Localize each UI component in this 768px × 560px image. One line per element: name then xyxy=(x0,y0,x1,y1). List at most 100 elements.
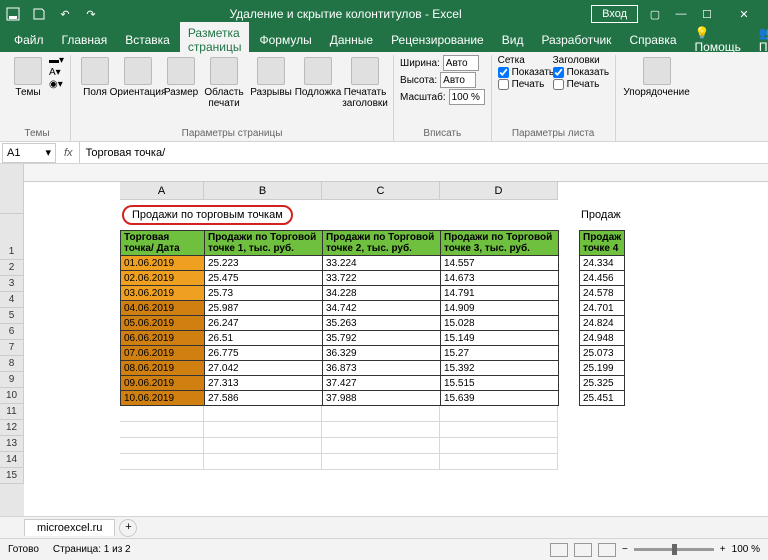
cell-value[interactable]: 15.028 xyxy=(441,316,559,331)
sheet-tab[interactable]: microexcel.ru xyxy=(24,519,115,536)
row-header[interactable]: 1 xyxy=(0,244,24,260)
view-page-break-button[interactable] xyxy=(598,543,616,557)
width-input[interactable] xyxy=(443,55,479,71)
cell-value[interactable]: 36.873 xyxy=(323,361,441,376)
cell-value[interactable]: 25.199 xyxy=(580,361,625,376)
col-header-b[interactable]: B xyxy=(204,182,322,200)
cell-date[interactable]: 07.06.2019 xyxy=(121,346,205,361)
cell-value[interactable]: 15.515 xyxy=(441,376,559,391)
tell-me[interactable]: 💡 Помощь xyxy=(687,22,749,58)
menu-home[interactable]: Главная xyxy=(54,29,116,51)
zoom-in-button[interactable]: + xyxy=(720,544,726,555)
zoom-slider[interactable] xyxy=(634,548,714,551)
name-box[interactable]: A1▾ xyxy=(2,143,56,163)
login-button[interactable]: Вход xyxy=(591,5,638,23)
cell-value[interactable]: 37.427 xyxy=(323,376,441,391)
cell-value[interactable]: 34.742 xyxy=(323,301,441,316)
row-header[interactable]: 8 xyxy=(0,356,24,372)
cell-value[interactable]: 27.313 xyxy=(205,376,323,391)
cell-value[interactable]: 25.73 xyxy=(205,286,323,301)
cell-value[interactable]: 24.824 xyxy=(580,316,625,331)
cell-date[interactable]: 09.06.2019 xyxy=(121,376,205,391)
scale-input[interactable] xyxy=(449,89,485,105)
view-normal-button[interactable] xyxy=(550,543,568,557)
row-header[interactable]: 12 xyxy=(0,420,24,436)
menu-view[interactable]: Вид xyxy=(494,29,532,51)
cell-date[interactable]: 04.06.2019 xyxy=(121,301,205,316)
redo-icon[interactable]: ↷ xyxy=(82,5,100,23)
menu-data[interactable]: Данные xyxy=(322,29,381,51)
cell-value[interactable]: 27.042 xyxy=(205,361,323,376)
cell-value[interactable]: 37.988 xyxy=(323,391,441,406)
cell-value[interactable]: 36.329 xyxy=(323,346,441,361)
row-header[interactable]: 7 xyxy=(0,340,24,356)
close-icon[interactable]: ✕ xyxy=(724,5,764,23)
cell-value[interactable]: 35.792 xyxy=(323,331,441,346)
menu-page-layout[interactable]: Разметка страницы xyxy=(180,22,250,58)
ribbon-options-icon[interactable]: ▢ xyxy=(646,5,664,23)
row-header[interactable]: 10 xyxy=(0,388,24,404)
cell-value[interactable]: 15.639 xyxy=(441,391,559,406)
minimize-icon[interactable]: — xyxy=(672,5,690,23)
cell-value[interactable]: 35.263 xyxy=(323,316,441,331)
col-header-a[interactable]: A xyxy=(120,182,204,200)
col-header-d[interactable]: D xyxy=(440,182,558,200)
cell-value[interactable]: 24.701 xyxy=(580,301,625,316)
grid-print-checkbox[interactable] xyxy=(498,79,509,90)
height-input[interactable] xyxy=(440,72,476,88)
undo-icon[interactable]: ↶ xyxy=(56,5,74,23)
row-header[interactable]: 4 xyxy=(0,292,24,308)
cell-value[interactable]: 25.987 xyxy=(205,301,323,316)
save-icon[interactable] xyxy=(30,5,48,23)
effects-button[interactable]: ◉▾ xyxy=(49,79,64,90)
cell-value[interactable]: 26.775 xyxy=(205,346,323,361)
row-header[interactable]: 15 xyxy=(0,468,24,484)
row-header[interactable]: 3 xyxy=(0,276,24,292)
cell-date[interactable]: 02.06.2019 xyxy=(121,271,205,286)
col-header-c[interactable]: C xyxy=(322,182,440,200)
cell-value[interactable]: 27.586 xyxy=(205,391,323,406)
cell-date[interactable]: 05.06.2019 xyxy=(121,316,205,331)
row-header[interactable]: 11 xyxy=(0,404,24,420)
cell-value[interactable]: 33.224 xyxy=(323,256,441,271)
menu-developer[interactable]: Разработчик xyxy=(533,29,619,51)
row-header[interactable]: 13 xyxy=(0,436,24,452)
cell-value[interactable]: 15.392 xyxy=(441,361,559,376)
margins-button[interactable]: Поля xyxy=(77,55,113,100)
cell-value[interactable]: 26.247 xyxy=(205,316,323,331)
formula-input[interactable]: Торговая точка/ xyxy=(79,142,768,163)
share-button[interactable]: 👥 Поделиться xyxy=(751,22,768,58)
menu-file[interactable]: Файл xyxy=(6,29,52,51)
table-header[interactable]: Продажи по Торговой точке 1, тыс. руб. xyxy=(205,231,323,256)
cell-value[interactable]: 24.948 xyxy=(580,331,625,346)
table-header[interactable]: Продажи по Торговой точке 2, тыс. руб. xyxy=(323,231,441,256)
table-header[interactable]: Торговая точка/ Дата xyxy=(121,231,205,256)
cell-value[interactable]: 14.673 xyxy=(441,271,559,286)
row-header[interactable]: 2 xyxy=(0,260,24,276)
headings-show-checkbox[interactable] xyxy=(553,67,564,78)
menu-help[interactable]: Справка xyxy=(621,29,684,51)
cell-value[interactable]: 14.791 xyxy=(441,286,559,301)
cell-value[interactable]: 25.451 xyxy=(580,391,625,406)
table-header[interactable]: Продажточке 4 xyxy=(580,231,625,256)
grid-show-checkbox[interactable] xyxy=(498,67,509,78)
maximize-icon[interactable]: ☐ xyxy=(698,5,716,23)
cell-value[interactable]: 24.456 xyxy=(580,271,625,286)
cell-value[interactable]: 24.578 xyxy=(580,286,625,301)
menu-formulas[interactable]: Формулы xyxy=(251,29,319,51)
print-titles-button[interactable]: Печатать заголовки xyxy=(343,55,387,111)
cell-date[interactable]: 10.06.2019 xyxy=(121,391,205,406)
headings-print-checkbox[interactable] xyxy=(553,79,564,90)
view-page-layout-button[interactable] xyxy=(574,543,592,557)
cell-value[interactable]: 33.722 xyxy=(323,271,441,286)
table-header[interactable]: Продажи по Торговой точке 3, тыс. руб. xyxy=(441,231,559,256)
orientation-button[interactable]: Ориентация xyxy=(116,55,160,100)
breaks-button[interactable]: Разрывы xyxy=(249,55,293,100)
cell-value[interactable]: 25.475 xyxy=(205,271,323,286)
cell-value[interactable]: 34.228 xyxy=(323,286,441,301)
fonts-button[interactable]: A▾ xyxy=(49,67,64,78)
add-sheet-button[interactable]: + xyxy=(119,519,137,537)
row-header[interactable]: 5 xyxy=(0,308,24,324)
menu-review[interactable]: Рецензирование xyxy=(383,29,492,51)
autosave-icon[interactable] xyxy=(4,5,22,23)
